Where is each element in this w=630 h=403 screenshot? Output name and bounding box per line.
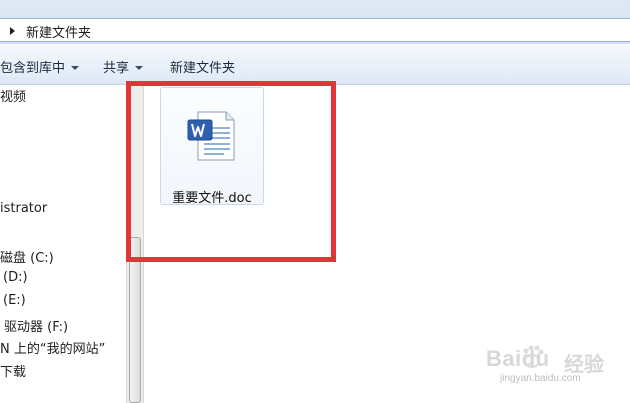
nav-item-drive-d[interactable]: (D:): [3, 270, 28, 285]
nav-item-my-website[interactable]: N 上的“我的网站”: [0, 338, 105, 357]
share-label: 共享: [103, 61, 130, 76]
breadcrumb-arrow-icon[interactable]: [10, 27, 15, 35]
breadcrumb-current-folder[interactable]: 新建文件夹: [26, 22, 91, 41]
chevron-down-icon: [71, 66, 80, 70]
nav-item-drive-f[interactable]: 驱动器 (F:): [4, 316, 68, 335]
nav-item-drive-c[interactable]: 磁盘 (C:): [0, 247, 54, 266]
include-in-library-label: 包含到库中: [0, 61, 66, 76]
address-bar: 新建文件夹: [0, 0, 630, 44]
baidu-jingyan-watermark: Baidu 经验 jingyan.baidu.com: [480, 336, 620, 388]
nav-item-downloads[interactable]: 下载: [0, 361, 26, 380]
nav-item-administrator[interactable]: istrator: [0, 201, 47, 216]
navigation-pane: 视频 istrator 磁盘 (C:) (D:) (E:) 驱动器 (F:) N…: [0, 85, 126, 403]
address-field[interactable]: 新建文件夹: [0, 18, 630, 42]
nav-item-videos[interactable]: 视频: [0, 86, 26, 105]
new-folder-button[interactable]: 新建文件夹: [170, 57, 235, 76]
command-toolbar: 包含到库中 共享 新建文件夹: [0, 44, 630, 85]
watermark-brand: Baidu: [486, 346, 550, 371]
nav-item-drive-e[interactable]: (E:): [3, 293, 26, 308]
include-in-library-button[interactable]: 包含到库中: [0, 57, 80, 76]
new-folder-label: 新建文件夹: [170, 61, 236, 76]
share-button[interactable]: 共享: [103, 57, 144, 76]
watermark-url: jingyan.baidu.com: [500, 373, 581, 384]
highlight-annotation-box: [126, 81, 336, 262]
chevron-down-icon: [135, 66, 144, 70]
